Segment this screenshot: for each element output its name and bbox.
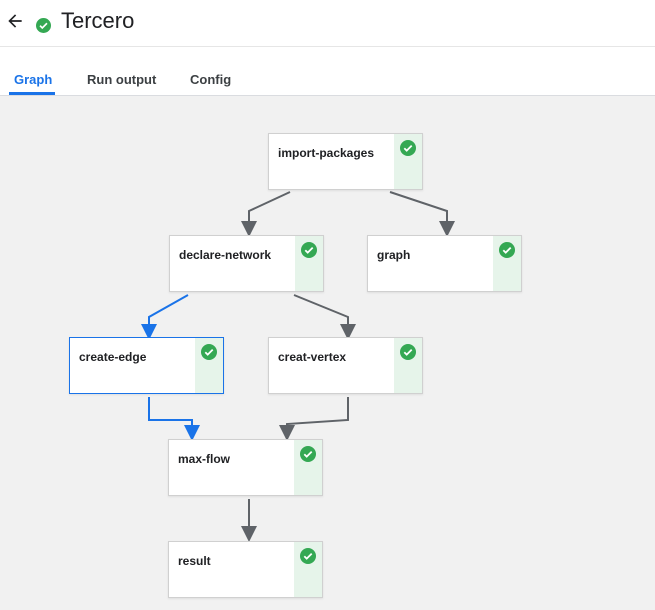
check-circle-icon	[300, 548, 316, 564]
tab-run-output[interactable]: Run output	[87, 72, 156, 87]
node-label: import-packages	[278, 146, 375, 160]
node-label: declare-network	[179, 248, 272, 262]
check-circle-icon	[300, 446, 316, 462]
edge-import-packages-declare-network	[241, 191, 291, 237]
node-label: result	[178, 554, 211, 568]
node-status	[295, 236, 323, 291]
check-circle-icon	[36, 18, 51, 33]
check-circle-icon	[400, 344, 416, 360]
node-create-edge[interactable]: create-edge	[69, 337, 224, 394]
node-graph[interactable]: graph	[367, 235, 522, 292]
edge-create-edge-max-flow	[148, 397, 200, 441]
check-circle-icon	[499, 242, 515, 258]
arrow-left-icon[interactable]	[5, 11, 25, 31]
node-status	[394, 134, 422, 189]
node-status	[493, 236, 521, 291]
node-label: graph	[377, 248, 411, 262]
check-circle-icon	[301, 242, 317, 258]
node-label: creat-vertex	[278, 350, 347, 364]
node-status	[394, 338, 422, 393]
edge-declare-network-create-edge	[141, 294, 189, 340]
active-tab-indicator	[9, 92, 55, 95]
check-circle-icon	[400, 140, 416, 156]
graph-canvas: import-packages declare-network graph cr…	[0, 96, 655, 610]
node-status	[294, 440, 322, 495]
edge-import-packages-graph	[389, 191, 455, 237]
edge-declare-network-creat-vertex	[293, 294, 356, 340]
page-header: Tercero	[0, 0, 655, 47]
node-status	[195, 338, 223, 393]
page-title: Tercero	[61, 8, 135, 33]
check-circle-icon	[201, 344, 217, 360]
tab-config[interactable]: Config	[190, 72, 231, 87]
node-max-flow[interactable]: max-flow	[168, 439, 323, 496]
node-declare-network[interactable]: declare-network	[169, 235, 324, 292]
node-creat-vertex[interactable]: creat-vertex	[268, 337, 423, 394]
node-label: create-edge	[79, 350, 147, 364]
edge-creat-vertex-max-flow	[279, 397, 349, 441]
tab-bar: Graph Run output Config	[0, 47, 655, 96]
tab-graph[interactable]: Graph	[14, 72, 52, 87]
node-label: max-flow	[178, 452, 231, 466]
node-result[interactable]: result	[168, 541, 323, 598]
node-status	[294, 542, 322, 597]
node-import-packages[interactable]: import-packages	[268, 133, 423, 190]
